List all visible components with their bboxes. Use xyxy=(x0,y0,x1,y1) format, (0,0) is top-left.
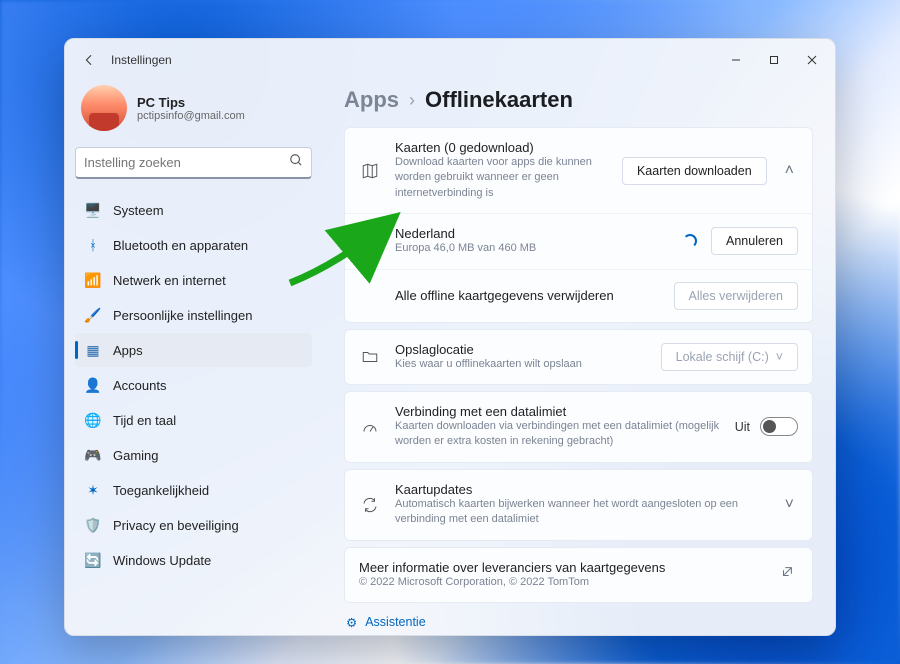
maps-header-row: Kaarten (0 gedownload) Download kaarten … xyxy=(345,128,812,214)
shield-icon: 🛡️ xyxy=(85,517,101,533)
download-item-title: Nederland xyxy=(395,226,669,241)
sidebar-item-system[interactable]: 🖥️ Systeem xyxy=(75,193,312,227)
close-button[interactable] xyxy=(793,45,831,75)
sidebar-item-label: Gaming xyxy=(113,448,159,463)
settings-window: Instellingen PC Tips pctipsinfo@gmail.co… xyxy=(64,38,836,636)
sidebar: PC Tips pctipsinfo@gmail.com 🖥️ Systeem ᚼ… xyxy=(65,81,322,635)
external-link-icon xyxy=(776,565,798,584)
main-content: Apps › Offlinekaarten Kaarten (0 gedownl… xyxy=(322,81,835,635)
maps-subtitle: Download kaarten voor apps die kunnen wo… xyxy=(395,155,608,201)
sidebar-item-apps[interactable]: ▦ Apps xyxy=(75,333,312,367)
map-icon xyxy=(359,162,381,180)
apps-icon: ▦ xyxy=(85,342,101,358)
download-maps-button[interactable]: Kaarten downloaden xyxy=(622,157,767,185)
chevron-down-icon: ˅ xyxy=(781,496,798,514)
sidebar-item-network[interactable]: 📶 Netwerk en internet xyxy=(75,263,312,297)
maximize-button[interactable] xyxy=(755,45,793,75)
delete-all-label: Alle offline kaartgegevens verwijderen xyxy=(395,288,660,303)
gauge-icon xyxy=(359,418,381,436)
updates-subtitle: Automatisch kaarten bijwerken wanneer he… xyxy=(395,497,767,528)
search-input[interactable] xyxy=(84,155,289,170)
download-item-progress: Europa 46,0 MB van 460 MB xyxy=(395,241,669,256)
sidebar-item-personalization[interactable]: 🖌️ Persoonlijke instellingen xyxy=(75,298,312,332)
info-card[interactable]: Meer informatie over leveranciers van ka… xyxy=(344,547,813,603)
storage-card[interactable]: Opslaglocatie Kies waar u offlinekaarten… xyxy=(344,329,813,385)
profile[interactable]: PC Tips pctipsinfo@gmail.com xyxy=(75,81,312,147)
delete-all-button[interactable]: Alles verwijderen xyxy=(674,282,798,310)
metered-title: Verbinding met een datalimiet xyxy=(395,404,721,419)
loading-spinner-icon xyxy=(683,234,697,248)
update-icon: 🔄 xyxy=(85,552,101,568)
sidebar-item-label: Apps xyxy=(113,343,143,358)
wifi-icon: 📶 xyxy=(85,272,101,288)
info-copyright: © 2022 Microsoft Corporation, © 2022 Tom… xyxy=(359,575,762,590)
folder-icon xyxy=(359,348,381,366)
maps-title: Kaarten (0 gedownload) xyxy=(395,140,608,155)
sidebar-item-privacy[interactable]: 🛡️ Privacy en beveiliging xyxy=(75,508,312,542)
sidebar-item-gaming[interactable]: 🎮 Gaming xyxy=(75,438,312,472)
window-title: Instellingen xyxy=(111,53,172,67)
breadcrumb-root[interactable]: Apps xyxy=(344,87,399,113)
assistance-label: Assistentie xyxy=(365,615,425,629)
sidebar-item-bluetooth[interactable]: ᚼ Bluetooth en apparaten xyxy=(75,228,312,262)
search-icon xyxy=(289,153,303,172)
sidebar-item-label: Netwerk en internet xyxy=(113,273,226,288)
sidebar-item-label: Tijd en taal xyxy=(113,413,176,428)
refresh-icon xyxy=(359,496,381,514)
minimize-button[interactable] xyxy=(717,45,755,75)
chevron-right-icon: › xyxy=(409,90,415,111)
help-icon: ⚙ xyxy=(346,615,357,630)
storage-drive-dropdown[interactable]: Lokale schijf (C:) ˅ xyxy=(661,343,798,371)
titlebar: Instellingen xyxy=(65,39,835,81)
sidebar-item-label: Persoonlijke instellingen xyxy=(113,308,252,323)
sidebar-item-accessibility[interactable]: ✶ Toegankelijkheid xyxy=(75,473,312,507)
sidebar-item-label: Accounts xyxy=(113,378,166,393)
breadcrumb: Apps › Offlinekaarten xyxy=(344,87,813,113)
gamepad-icon: 🎮 xyxy=(85,447,101,463)
sidebar-item-label: Systeem xyxy=(113,203,164,218)
avatar xyxy=(81,85,127,131)
storage-title: Opslaglocatie xyxy=(395,342,647,357)
person-icon: 👤 xyxy=(85,377,101,393)
sidebar-item-accounts[interactable]: 👤 Accounts xyxy=(75,368,312,402)
page-title: Offlinekaarten xyxy=(425,87,573,113)
profile-name: PC Tips xyxy=(137,95,245,110)
info-title: Meer informatie over leveranciers van ka… xyxy=(359,560,762,575)
profile-email: pctipsinfo@gmail.com xyxy=(137,110,245,122)
cancel-download-button[interactable]: Annuleren xyxy=(711,227,798,255)
metered-toggle[interactable] xyxy=(760,417,798,436)
accessibility-icon: ✶ xyxy=(85,482,101,498)
updates-card[interactable]: Kaartupdates Automatisch kaarten bijwerk… xyxy=(344,469,813,541)
assistance-link[interactable]: ⚙ Assistentie xyxy=(344,609,813,635)
system-icon: 🖥️ xyxy=(85,202,101,218)
updates-title: Kaartupdates xyxy=(395,482,767,497)
metered-card: Verbinding met een datalimiet Kaarten do… xyxy=(344,391,813,463)
storage-subtitle: Kies waar u offlinekaarten wilt opslaan xyxy=(395,357,647,372)
sidebar-item-label: Toegankelijkheid xyxy=(113,483,209,498)
globe-icon: 🌐 xyxy=(85,412,101,428)
maps-card: Kaarten (0 gedownload) Download kaarten … xyxy=(344,127,813,323)
nav: 🖥️ Systeem ᚼ Bluetooth en apparaten 📶 Netwe… xyxy=(75,193,312,577)
sidebar-item-label: Bluetooth en apparaten xyxy=(113,238,248,253)
sidebar-item-label: Privacy en beveiliging xyxy=(113,518,239,533)
sidebar-item-label: Windows Update xyxy=(113,553,211,568)
toggle-state-label: Uit xyxy=(735,420,750,434)
back-button[interactable] xyxy=(75,46,103,74)
metered-subtitle: Kaarten downloaden via verbindingen met … xyxy=(395,419,721,450)
chevron-up-icon[interactable]: ˄ xyxy=(781,162,798,180)
brush-icon: 🖌️ xyxy=(85,307,101,323)
bluetooth-icon: ᚼ xyxy=(85,237,101,253)
sidebar-item-update[interactable]: 🔄 Windows Update xyxy=(75,543,312,577)
search-box[interactable] xyxy=(75,147,312,179)
download-item-row: Nederland Europa 46,0 MB van 460 MB Annu… xyxy=(345,214,812,269)
delete-all-row: Alle offline kaartgegevens verwijderen A… xyxy=(345,270,812,322)
sidebar-item-time[interactable]: 🌐 Tijd en taal xyxy=(75,403,312,437)
